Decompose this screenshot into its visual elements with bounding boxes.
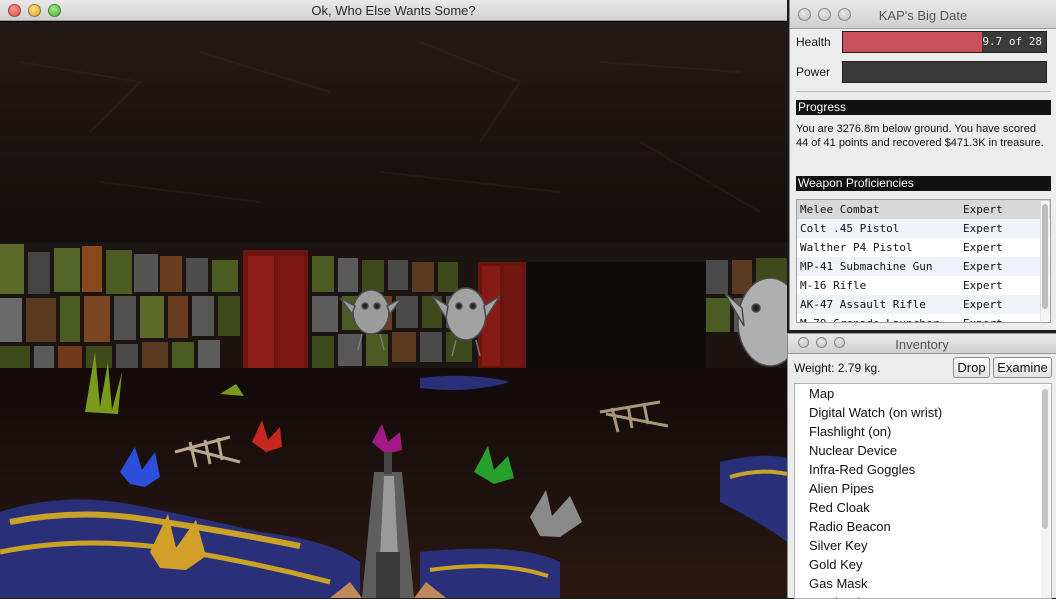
proficiency-row[interactable]: MP-41 Submachine Gun Expert	[797, 257, 1050, 276]
inventory-list[interactable]: Map Digital Watch (on wrist) Flashlight (o…	[794, 383, 1052, 599]
stats-titlebar[interactable]: KAP's Big Date	[790, 0, 1056, 29]
inventory-item[interactable]: Infra-Red Goggles	[795, 460, 1051, 479]
power-label: Power	[796, 65, 831, 79]
inventory-item[interactable]: Digital Watch (on wrist)	[795, 403, 1051, 422]
inventory-window: Inventory Weight: 2.79 kg. Drop Examine …	[787, 333, 1056, 599]
game-viewport[interactable]	[0, 22, 787, 598]
game-window: Ok, Who Else Wants Some?	[0, 0, 787, 598]
proficiency-weapon: Melee Combat	[800, 203, 880, 216]
power-meter: Power	[796, 61, 1051, 83]
proficiency-level: Expert	[963, 279, 1003, 292]
proficiency-weapon: MP-41 Submachine Gun	[800, 260, 933, 273]
health-bar: 9.7 of 28	[842, 31, 1047, 53]
inventory-item[interactable]: Alien Pipes	[795, 479, 1051, 498]
progress-heading: Progress	[796, 100, 1051, 115]
proficiencies-heading: Weapon Proficiencies	[796, 176, 1051, 191]
proficiency-weapon: M-16 Rifle	[800, 279, 867, 292]
proficiency-weapon: Colt .45 Pistol	[800, 222, 900, 235]
proficiency-table[interactable]: Melee Combat Expert Colt .45 Pistol Expert W…	[796, 199, 1051, 323]
proficiency-row[interactable]: M-16 Rifle Expert	[797, 276, 1050, 295]
weight-label: Weight: 2.79 kg.	[794, 361, 881, 375]
health-meter: Health 9.7 of 28	[796, 31, 1051, 53]
inventory-item[interactable]: Nuclear Device	[795, 441, 1051, 460]
proficiency-level: Expert	[963, 298, 1003, 311]
proficiency-weapon: Walther P4 Pistol	[800, 241, 913, 254]
game-window-title: Ok, Who Else Wants Some?	[311, 3, 476, 18]
divider	[796, 91, 1051, 92]
stats-window: KAP's Big Date Health 9.7 of 28 Power Pr…	[789, 0, 1056, 330]
drop-button[interactable]: Drop	[953, 357, 990, 378]
stats-window-title: KAP's Big Date	[878, 8, 968, 23]
scrollbar-thumb[interactable]	[1042, 204, 1048, 309]
inventory-item[interactable]: Gold Key	[795, 555, 1051, 574]
inventory-item[interactable]: Radio Beacon	[795, 517, 1051, 536]
inventory-item[interactable]: Map	[795, 384, 1051, 403]
power-bar	[842, 61, 1047, 83]
proficiency-level: Expert	[963, 241, 1003, 254]
inventory-window-title: Inventory	[895, 337, 949, 352]
scrollbar-thumb[interactable]	[1042, 389, 1048, 529]
proficiency-level: Expert	[963, 203, 1003, 216]
proficiency-level: Expert	[963, 222, 1003, 235]
proficiency-row[interactable]: AK-47 Assault Rifle Expert	[797, 295, 1050, 314]
proficiency-weapon: M-79 Grenade Launcher	[800, 317, 939, 322]
inventory-item[interactable]: Red Cloak	[795, 498, 1051, 517]
proficiency-level: Expert	[963, 317, 1003, 322]
health-label: Health	[796, 35, 831, 49]
inventory-item[interactable]: Silver Key	[795, 536, 1051, 555]
inventory-titlebar[interactable]: Inventory	[788, 334, 1056, 354]
inventory-item[interactable]: Gas Mask	[795, 574, 1051, 593]
proficiency-scrollbar[interactable]	[1040, 201, 1049, 321]
dungeon-scene	[0, 22, 787, 598]
examine-button[interactable]: Examine	[993, 357, 1052, 378]
health-bar-fill	[843, 32, 983, 52]
proficiency-row[interactable]: Walther P4 Pistol Expert	[797, 238, 1050, 257]
proficiency-level: Expert	[963, 260, 1003, 273]
proficiency-row[interactable]: Melee Combat Expert	[797, 200, 1050, 219]
inventory-item[interactable]: Flashlight (on)	[795, 422, 1051, 441]
proficiency-weapon: AK-47 Assault Rifle	[800, 298, 926, 311]
ceiling	[0, 22, 787, 262]
health-value: 9.7 of 28	[982, 35, 1042, 48]
inventory-item[interactable]: Lead Suit	[795, 593, 1051, 598]
proficiency-row[interactable]: Colt .45 Pistol Expert	[797, 219, 1050, 238]
progress-text: You are 3276.8m below ground. You have s…	[796, 123, 1044, 149]
proficiency-row[interactable]: M-79 Grenade Launcher Expert	[797, 314, 1050, 322]
game-titlebar[interactable]: Ok, Who Else Wants Some?	[0, 0, 787, 21]
inventory-scrollbar[interactable]	[1041, 385, 1050, 598]
